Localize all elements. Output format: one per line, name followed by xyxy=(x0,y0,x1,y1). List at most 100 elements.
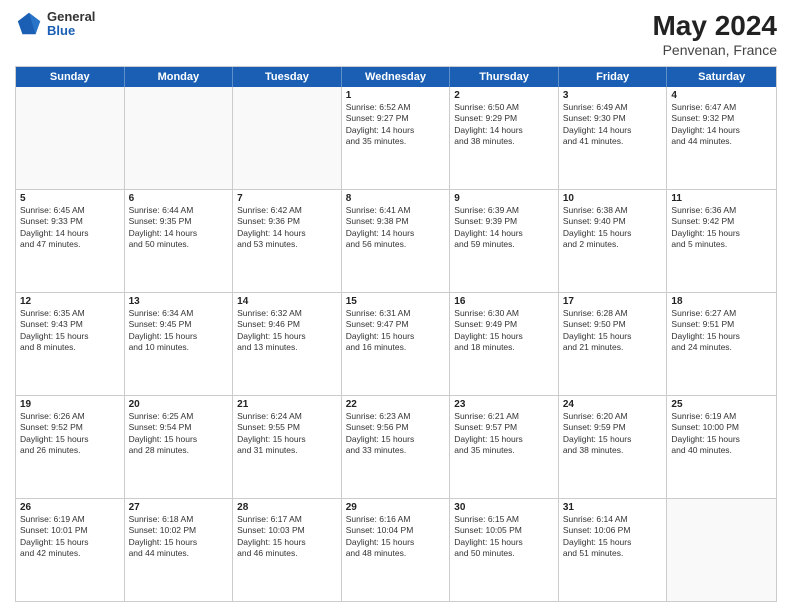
calendar-row-3: 19Sunrise: 6:26 AM Sunset: 9:52 PM Dayli… xyxy=(16,396,776,499)
calendar-cell-r4-c6 xyxy=(667,499,776,601)
calendar-cell-r2-c2: 14Sunrise: 6:32 AM Sunset: 9:46 PM Dayli… xyxy=(233,293,342,395)
day-number-r0-c5: 3 xyxy=(563,90,663,101)
calendar-cell-r3-c2: 21Sunrise: 6:24 AM Sunset: 9:55 PM Dayli… xyxy=(233,396,342,498)
calendar-cell-r1-c5: 10Sunrise: 6:38 AM Sunset: 9:40 PM Dayli… xyxy=(559,190,668,292)
day-number-r3-c3: 22 xyxy=(346,399,446,410)
day-info-r2-c6: Sunrise: 6:27 AM Sunset: 9:51 PM Dayligh… xyxy=(671,308,772,354)
logo-general: General xyxy=(47,10,95,24)
header-saturday: Saturday xyxy=(667,67,776,87)
header-tuesday: Tuesday xyxy=(233,67,342,87)
header-sunday: Sunday xyxy=(16,67,125,87)
day-info-r1-c5: Sunrise: 6:38 AM Sunset: 9:40 PM Dayligh… xyxy=(563,205,663,251)
calendar-cell-r1-c4: 9Sunrise: 6:39 AM Sunset: 9:39 PM Daylig… xyxy=(450,190,559,292)
header: General Blue May 2024 Penvenan, France xyxy=(15,10,777,58)
calendar-header: Sunday Monday Tuesday Wednesday Thursday… xyxy=(16,67,776,87)
logo-text: General Blue xyxy=(47,10,95,39)
calendar-cell-r1-c3: 8Sunrise: 6:41 AM Sunset: 9:38 PM Daylig… xyxy=(342,190,451,292)
day-info-r3-c6: Sunrise: 6:19 AM Sunset: 10:00 PM Daylig… xyxy=(671,411,772,457)
day-number-r2-c5: 17 xyxy=(563,296,663,307)
day-info-r4-c2: Sunrise: 6:17 AM Sunset: 10:03 PM Daylig… xyxy=(237,514,337,560)
day-number-r4-c3: 29 xyxy=(346,502,446,513)
calendar-row-4: 26Sunrise: 6:19 AM Sunset: 10:01 PM Dayl… xyxy=(16,499,776,601)
calendar-body: 1Sunrise: 6:52 AM Sunset: 9:27 PM Daylig… xyxy=(16,87,776,601)
day-info-r1-c2: Sunrise: 6:42 AM Sunset: 9:36 PM Dayligh… xyxy=(237,205,337,251)
calendar-cell-r4-c4: 30Sunrise: 6:15 AM Sunset: 10:05 PM Dayl… xyxy=(450,499,559,601)
day-info-r2-c2: Sunrise: 6:32 AM Sunset: 9:46 PM Dayligh… xyxy=(237,308,337,354)
day-info-r3-c1: Sunrise: 6:25 AM Sunset: 9:54 PM Dayligh… xyxy=(129,411,229,457)
calendar: Sunday Monday Tuesday Wednesday Thursday… xyxy=(15,66,777,602)
day-info-r1-c1: Sunrise: 6:44 AM Sunset: 9:35 PM Dayligh… xyxy=(129,205,229,251)
day-info-r1-c0: Sunrise: 6:45 AM Sunset: 9:33 PM Dayligh… xyxy=(20,205,120,251)
logo: General Blue xyxy=(15,10,95,39)
day-number-r2-c6: 18 xyxy=(671,296,772,307)
calendar-cell-r1-c6: 11Sunrise: 6:36 AM Sunset: 9:42 PM Dayli… xyxy=(667,190,776,292)
day-number-r2-c0: 12 xyxy=(20,296,120,307)
calendar-cell-r0-c5: 3Sunrise: 6:49 AM Sunset: 9:30 PM Daylig… xyxy=(559,87,668,189)
calendar-cell-r0-c6: 4Sunrise: 6:47 AM Sunset: 9:32 PM Daylig… xyxy=(667,87,776,189)
day-number-r2-c2: 14 xyxy=(237,296,337,307)
calendar-cell-r1-c2: 7Sunrise: 6:42 AM Sunset: 9:36 PM Daylig… xyxy=(233,190,342,292)
header-thursday: Thursday xyxy=(450,67,559,87)
day-number-r0-c4: 2 xyxy=(454,90,554,101)
calendar-cell-r4-c0: 26Sunrise: 6:19 AM Sunset: 10:01 PM Dayl… xyxy=(16,499,125,601)
day-info-r4-c4: Sunrise: 6:15 AM Sunset: 10:05 PM Daylig… xyxy=(454,514,554,560)
day-number-r2-c3: 15 xyxy=(346,296,446,307)
title-block: May 2024 Penvenan, France xyxy=(652,10,777,58)
header-wednesday: Wednesday xyxy=(342,67,451,87)
day-number-r3-c1: 20 xyxy=(129,399,229,410)
calendar-row-1: 5Sunrise: 6:45 AM Sunset: 9:33 PM Daylig… xyxy=(16,190,776,293)
calendar-cell-r0-c3: 1Sunrise: 6:52 AM Sunset: 9:27 PM Daylig… xyxy=(342,87,451,189)
day-number-r4-c2: 28 xyxy=(237,502,337,513)
day-number-r1-c2: 7 xyxy=(237,193,337,204)
day-number-r1-c4: 9 xyxy=(454,193,554,204)
calendar-cell-r3-c6: 25Sunrise: 6:19 AM Sunset: 10:00 PM Dayl… xyxy=(667,396,776,498)
day-number-r0-c3: 1 xyxy=(346,90,446,101)
day-number-r1-c1: 6 xyxy=(129,193,229,204)
calendar-row-0: 1Sunrise: 6:52 AM Sunset: 9:27 PM Daylig… xyxy=(16,87,776,190)
calendar-cell-r2-c1: 13Sunrise: 6:34 AM Sunset: 9:45 PM Dayli… xyxy=(125,293,234,395)
calendar-row-2: 12Sunrise: 6:35 AM Sunset: 9:43 PM Dayli… xyxy=(16,293,776,396)
calendar-cell-r3-c0: 19Sunrise: 6:26 AM Sunset: 9:52 PM Dayli… xyxy=(16,396,125,498)
day-info-r2-c1: Sunrise: 6:34 AM Sunset: 9:45 PM Dayligh… xyxy=(129,308,229,354)
day-number-r1-c6: 11 xyxy=(671,193,772,204)
day-info-r0-c6: Sunrise: 6:47 AM Sunset: 9:32 PM Dayligh… xyxy=(671,102,772,148)
calendar-cell-r1-c0: 5Sunrise: 6:45 AM Sunset: 9:33 PM Daylig… xyxy=(16,190,125,292)
location: Penvenan, France xyxy=(652,42,777,58)
day-info-r2-c0: Sunrise: 6:35 AM Sunset: 9:43 PM Dayligh… xyxy=(20,308,120,354)
day-number-r3-c0: 19 xyxy=(20,399,120,410)
calendar-cell-r3-c1: 20Sunrise: 6:25 AM Sunset: 9:54 PM Dayli… xyxy=(125,396,234,498)
day-number-r2-c1: 13 xyxy=(129,296,229,307)
calendar-cell-r2-c6: 18Sunrise: 6:27 AM Sunset: 9:51 PM Dayli… xyxy=(667,293,776,395)
page: General Blue May 2024 Penvenan, France S… xyxy=(0,0,792,612)
calendar-cell-r1-c1: 6Sunrise: 6:44 AM Sunset: 9:35 PM Daylig… xyxy=(125,190,234,292)
calendar-cell-r3-c3: 22Sunrise: 6:23 AM Sunset: 9:56 PM Dayli… xyxy=(342,396,451,498)
day-info-r0-c3: Sunrise: 6:52 AM Sunset: 9:27 PM Dayligh… xyxy=(346,102,446,148)
header-friday: Friday xyxy=(559,67,668,87)
day-number-r0-c6: 4 xyxy=(671,90,772,101)
day-info-r4-c0: Sunrise: 6:19 AM Sunset: 10:01 PM Daylig… xyxy=(20,514,120,560)
calendar-cell-r0-c0 xyxy=(16,87,125,189)
header-monday: Monday xyxy=(125,67,234,87)
calendar-cell-r2-c0: 12Sunrise: 6:35 AM Sunset: 9:43 PM Dayli… xyxy=(16,293,125,395)
day-info-r3-c5: Sunrise: 6:20 AM Sunset: 9:59 PM Dayligh… xyxy=(563,411,663,457)
day-number-r4-c5: 31 xyxy=(563,502,663,513)
calendar-cell-r2-c5: 17Sunrise: 6:28 AM Sunset: 9:50 PM Dayli… xyxy=(559,293,668,395)
logo-blue: Blue xyxy=(47,24,95,38)
calendar-cell-r4-c5: 31Sunrise: 6:14 AM Sunset: 10:06 PM Dayl… xyxy=(559,499,668,601)
calendar-cell-r4-c2: 28Sunrise: 6:17 AM Sunset: 10:03 PM Dayl… xyxy=(233,499,342,601)
calendar-cell-r0-c2 xyxy=(233,87,342,189)
day-info-r2-c3: Sunrise: 6:31 AM Sunset: 9:47 PM Dayligh… xyxy=(346,308,446,354)
day-number-r4-c4: 30 xyxy=(454,502,554,513)
day-info-r2-c4: Sunrise: 6:30 AM Sunset: 9:49 PM Dayligh… xyxy=(454,308,554,354)
day-number-r3-c5: 24 xyxy=(563,399,663,410)
day-info-r0-c4: Sunrise: 6:50 AM Sunset: 9:29 PM Dayligh… xyxy=(454,102,554,148)
calendar-cell-r0-c4: 2Sunrise: 6:50 AM Sunset: 9:29 PM Daylig… xyxy=(450,87,559,189)
calendar-cell-r3-c5: 24Sunrise: 6:20 AM Sunset: 9:59 PM Dayli… xyxy=(559,396,668,498)
day-number-r2-c4: 16 xyxy=(454,296,554,307)
day-number-r1-c5: 10 xyxy=(563,193,663,204)
calendar-cell-r4-c1: 27Sunrise: 6:18 AM Sunset: 10:02 PM Dayl… xyxy=(125,499,234,601)
month-year: May 2024 xyxy=(652,10,777,42)
day-info-r3-c4: Sunrise: 6:21 AM Sunset: 9:57 PM Dayligh… xyxy=(454,411,554,457)
calendar-cell-r3-c4: 23Sunrise: 6:21 AM Sunset: 9:57 PM Dayli… xyxy=(450,396,559,498)
day-info-r1-c3: Sunrise: 6:41 AM Sunset: 9:38 PM Dayligh… xyxy=(346,205,446,251)
